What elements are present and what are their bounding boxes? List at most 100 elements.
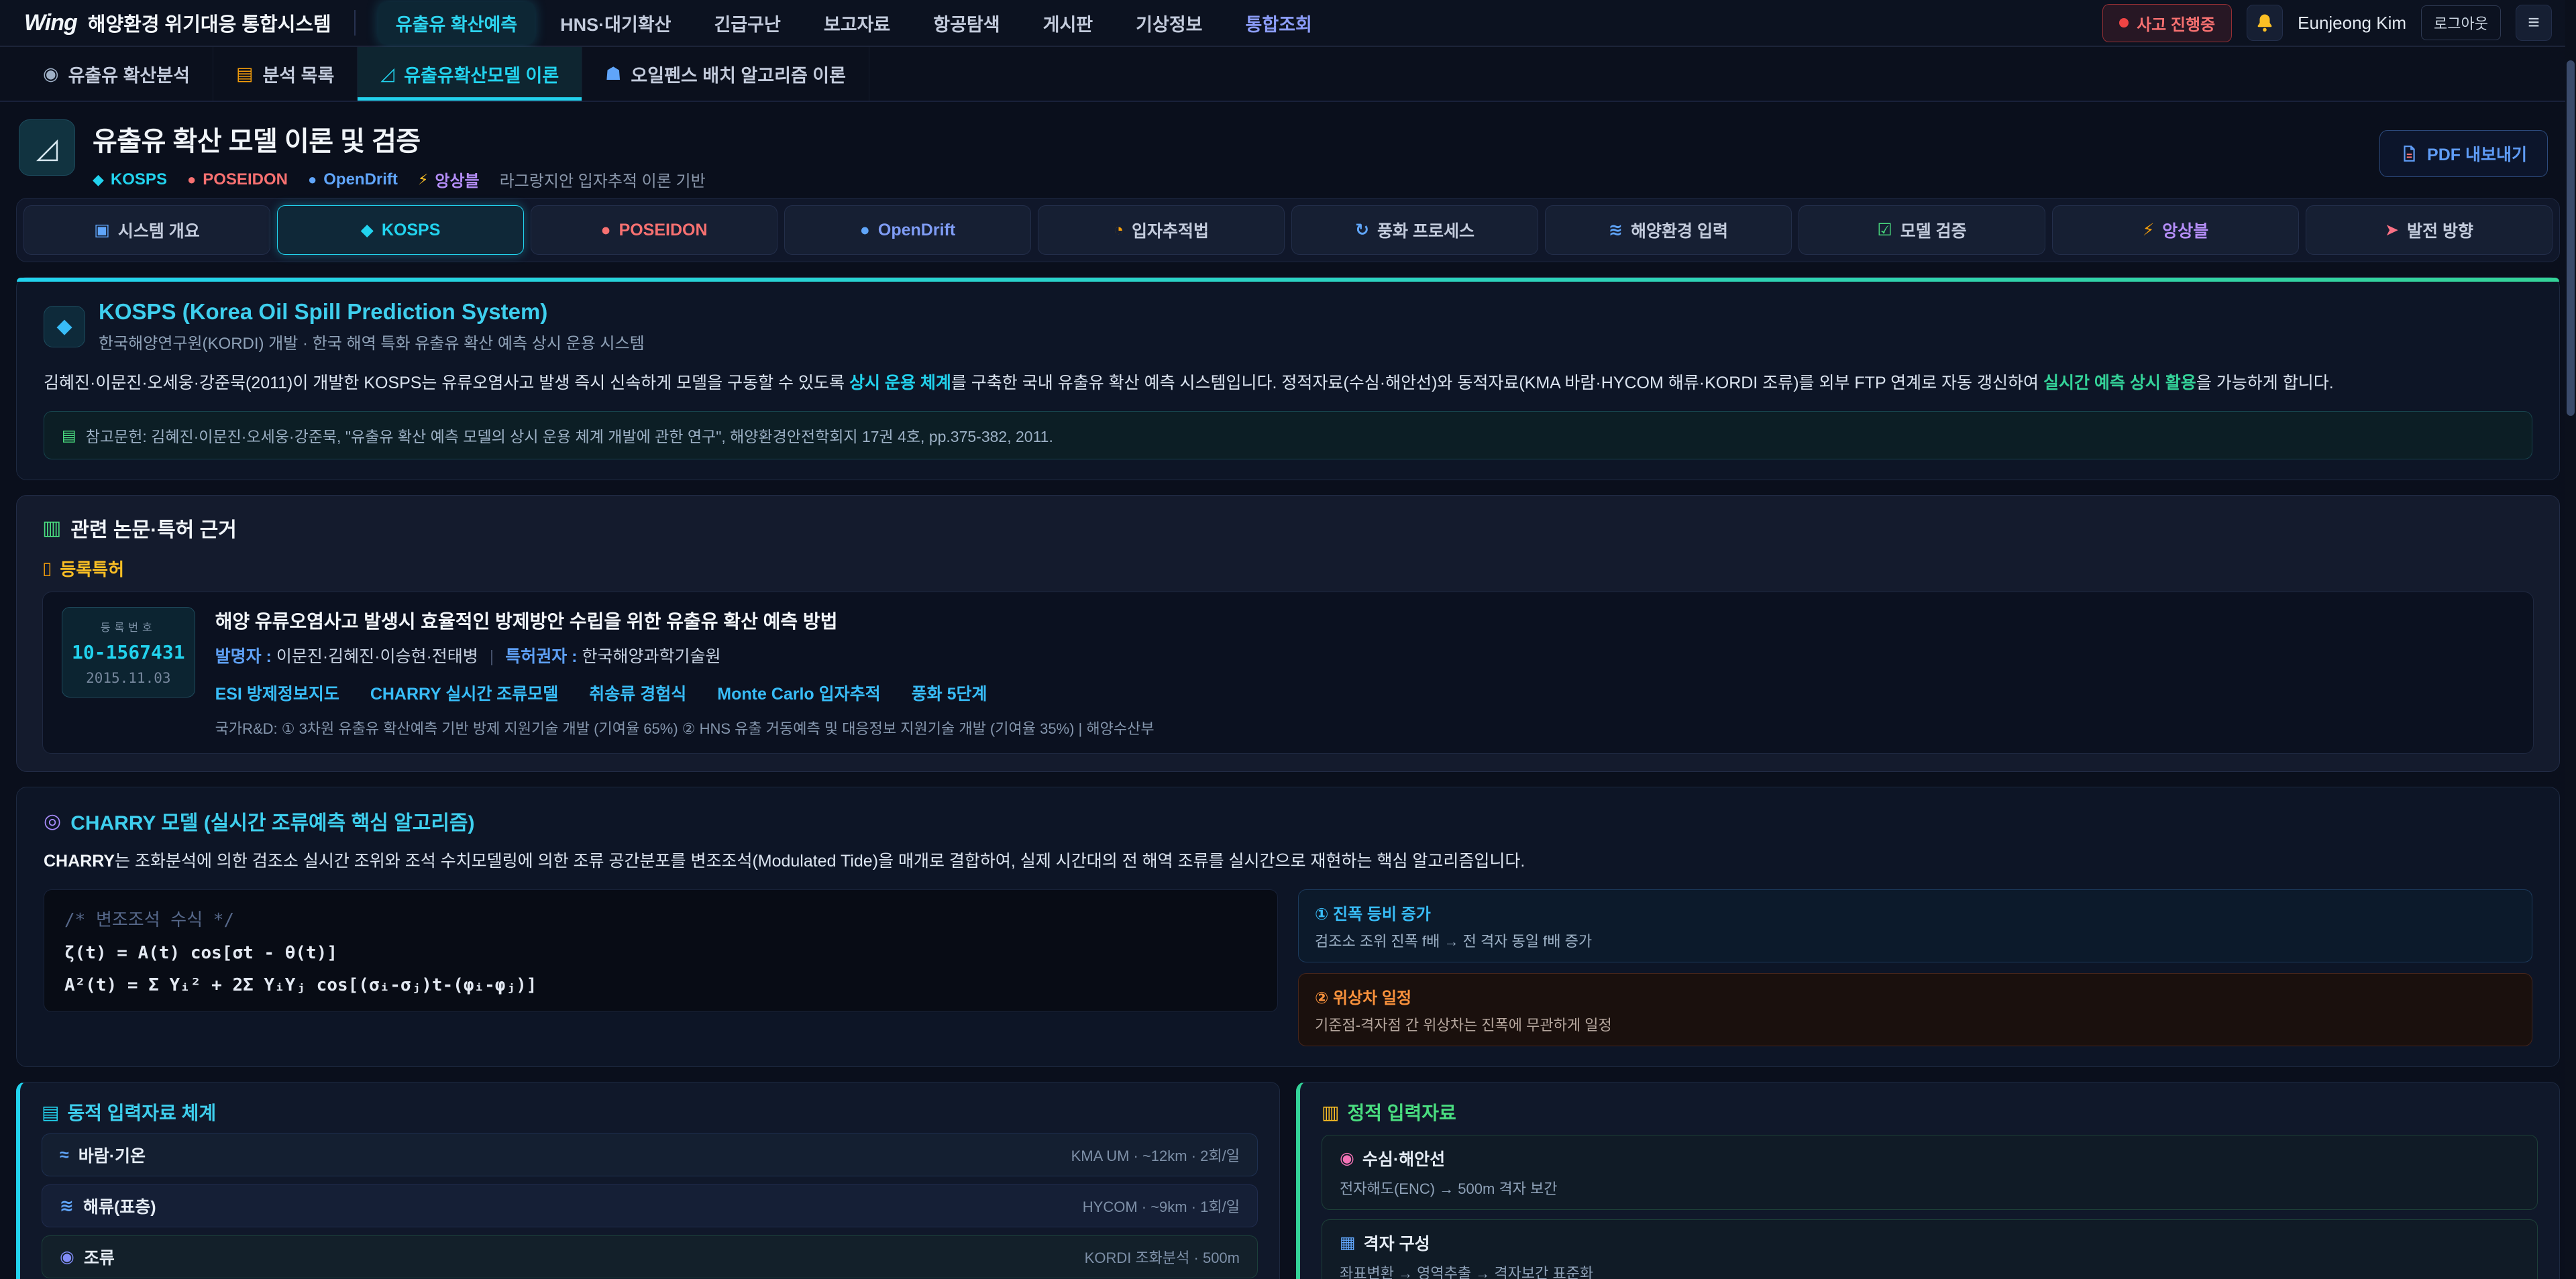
scroll-icon: ▯ [42,558,52,579]
charry-header: ◎ CHARRY 모델 (실시간 조류예측 핵심 알고리즘) [44,806,2532,836]
logout-button[interactable]: 로그아웃 [2421,5,2501,40]
nav-item-emergency-rescue[interactable]: 긴급구난 [697,2,798,44]
kosps-description: 김혜진·이문진·오세웅·강준묵(2011)이 개발한 KOSPS는 유류오염사고… [44,370,2532,396]
kosps-header: ◆ KOSPS (Korea Oil Spill Prediction Syst… [44,299,2532,353]
lightning-icon: ⚡ [418,171,428,188]
nav-right: 사고 진행중 Eunjeong Kim 로그아웃 ≡ [2102,4,2552,42]
folder-icon: ▥ [1322,1101,1339,1123]
section-chip-bar: ▣ 시스템 개요 ◆ KOSPS ● POSEIDON ● OpenDrift … [16,198,2560,262]
dynamic-input-card: ▤ 동적 입력자료 체계 ≈바람·기온 KMA UM · ~12km · 2회/… [16,1082,1280,1279]
assignee-label: 특허권자 : [505,647,577,666]
chip-weathering-process[interactable]: ↻ 풍화 프로세스 [1291,205,1538,255]
assignee-value: 한국해양과학기술원 [582,647,720,666]
tab-label: 분석 목록 [262,61,334,87]
inventors-value: 이문진·김혜진·이승현·전태병 [276,647,478,666]
notifications-button[interactable] [2247,5,2283,41]
page-title: 유출유 확산 모델 이론 및 검증 [93,119,706,158]
chip-label: 입자추적법 [1132,218,1209,242]
row-tidal-current: ◉ 조류 KORDI 조화분석 · 500m [42,1235,1258,1278]
reg-number-label: 등록번호 [72,618,185,634]
row-meta: KORDI 조화분석 · 500m [1085,1246,1240,1268]
badge-poseidon: ● POSEIDON [187,170,288,189]
tab-model-theory[interactable]: ◿ 유출유확산모델 이론 [358,47,582,101]
row-desc: 좌표변환 → 영역추출 → 격자보간 표준화 [1340,1262,2520,1279]
kosps-diamond-icon: ◆ [44,306,85,347]
row-meta: HYCOM · ~9km · 1회/일 [1083,1195,1240,1217]
incident-status-badge[interactable]: 사고 진행중 [2102,4,2232,42]
tag-charry-model[interactable]: CHARRY 실시간 조류모델 [370,681,558,705]
nav-item-aerial-search[interactable]: 항공탐색 [916,2,1017,44]
tag-weathering-5[interactable]: 풍화 5단계 [912,681,987,705]
dynamic-input-header: ▤ 동적 입력자료 체계 [42,1099,1258,1125]
papers-title: 관련 논문·특허 근거 [70,513,236,543]
tag-wdc-formula[interactable]: 취송류 경험식 [589,681,686,705]
inventors-label: 발명자 : [215,647,272,666]
nav-item-reports[interactable]: 보고자료 [806,2,908,44]
scrollbar-thumb[interactable] [2567,60,2575,416]
static-input-title: 정적 입력자료 [1347,1099,1456,1125]
page-title-ruler-icon: ◿ [19,119,75,176]
papers-section: ▥ 관련 논문·특허 근거 ▯ 등록특허 등록번호 10-1567431 201… [16,495,2560,772]
vertical-scrollbar [2565,0,2576,1279]
chip-poseidon[interactable]: ● POSEIDON [531,205,777,255]
chip-label: 풍화 프로세스 [1377,218,1474,242]
model-badge-row: ◆ KOSPS ● POSEIDON ● OpenDrift ⚡ 앙상블 라그랑… [93,168,706,191]
chip-opendrift[interactable]: ● OpenDrift [784,205,1031,255]
circle-red-icon: ● [187,171,196,188]
charry-description: CHARRY는 조화분석에 의한 검조소 실시간 조위와 조석 수치모델링에 의… [44,848,2532,875]
row-label: 격자 구성 [1364,1231,1430,1255]
main-menu: 유출유 확산예측 HNS·대기확산 긴급구난 보고자료 항공탐색 게시판 기상정… [378,2,1330,44]
callout-phase-constant: ② 위상차 일정 기준점-격자점 간 위상차는 진폭에 무관하게 일정 [1298,973,2532,1046]
chip-particle-tracking[interactable]: ◔ 입자추적법 [1038,205,1285,255]
header-note: 라그랑지안 입자추적 이론 기반 [500,168,706,191]
tab-spill-analysis[interactable]: ◉ 유출유 확산분석 [20,47,213,101]
nav-item-integrated-search[interactable]: 통합조회 [1228,2,1330,44]
clipboard-icon: ▣ [94,220,110,240]
cyclone-icon: ◉ [60,1247,74,1267]
highlight-cyan: 상시 운용 체계 [849,374,951,392]
reg-number-value: 10-1567431 [72,641,185,663]
chip-system-overview[interactable]: ▣ 시스템 개요 [23,205,270,255]
chip-model-validation[interactable]: ☑ 모델 검증 [1799,205,2045,255]
badge-label: 앙상블 [435,168,479,191]
patent-meta: 발명자 : 이문진·김혜진·이승현·전태병 | 특허권자 : 한국해양과학기술원 [215,643,1155,667]
kosps-subtitle: 한국해양연구원(KORDI) 개발 · 한국 해역 특화 유출유 확산 예측 상… [99,330,645,353]
tag-monte-carlo[interactable]: Monte Carlo 입자추적 [717,681,880,705]
wind-icon: ≈ [60,1146,69,1165]
nav-item-hns-atmosphere[interactable]: HNS·대기확산 [543,2,688,44]
page-title-block: 유출유 확산 모델 이론 및 검증 ◆ KOSPS ● POSEIDON ● O… [93,119,706,191]
chip-label: 앙상블 [2162,218,2208,242]
triangle-ruler-icon: ◿ [380,64,394,85]
row-desc: 전자해도(ENC) → 500m 격자 보간 [1340,1177,2520,1199]
app-logo[interactable]: Wing 해양환경 위기대응 통합시스템 [24,9,331,37]
clipboard-icon: ▤ [236,64,254,85]
tag-esi-map[interactable]: ESI 방제정보지도 [215,681,339,705]
chip-label: 발전 방향 [2407,218,2473,242]
pdf-export-button[interactable]: PDF 내보내기 [2379,130,2548,177]
tab-label: 오일펜스 배치 알고리즘 이론 [631,61,846,87]
row-label: 해류(표층) [83,1194,156,1218]
chip-future-direction[interactable]: ➤ 발전 방향 [2306,205,2553,255]
tab-oil-fence-theory[interactable]: ☗ 오일펜스 배치 알고리즘 이론 [582,47,869,101]
badge-kosps: ◆ KOSPS [93,170,167,189]
sub-tab-bar: ◉ 유출유 확산분석 ▤ 분석 목록 ◿ 유출유확산모델 이론 ☗ 오일펜스 배… [0,47,2576,102]
chip-label: POSEIDON [619,221,708,240]
chip-marine-env-input[interactable]: ≋ 해양환경 입력 [1545,205,1792,255]
row-bathymetry-coastline: ◉수심·해안선 전자해도(ENC) → 500m 격자 보간 [1322,1135,2538,1210]
wing-logo-icon: Wing [24,10,77,36]
tab-analysis-list[interactable]: ▤ 분석 목록 [213,47,358,101]
hamburger-menu-button[interactable]: ≡ [2516,5,2552,41]
row-label: 조류 [84,1245,115,1269]
alert-dot-icon [2119,18,2129,27]
text-run: 을 가능하게 합니다. [2196,374,2334,392]
nav-item-oil-spill-prediction[interactable]: 유출유 확산예측 [378,2,535,44]
code-comment: /* 변조조석 수식 */ [64,906,1257,931]
swirl-icon: ◎ [44,810,61,833]
pin-icon: ◉ [1340,1148,1354,1168]
chip-kosps[interactable]: ◆ KOSPS [277,205,524,255]
wave-icon: ≋ [60,1196,74,1216]
badge-label: POSEIDON [203,170,288,189]
chip-ensemble[interactable]: ⚡ 앙상블 [2052,205,2299,255]
nav-item-board[interactable]: 게시판 [1026,2,1111,44]
nav-item-weather[interactable]: 기상정보 [1118,2,1220,44]
